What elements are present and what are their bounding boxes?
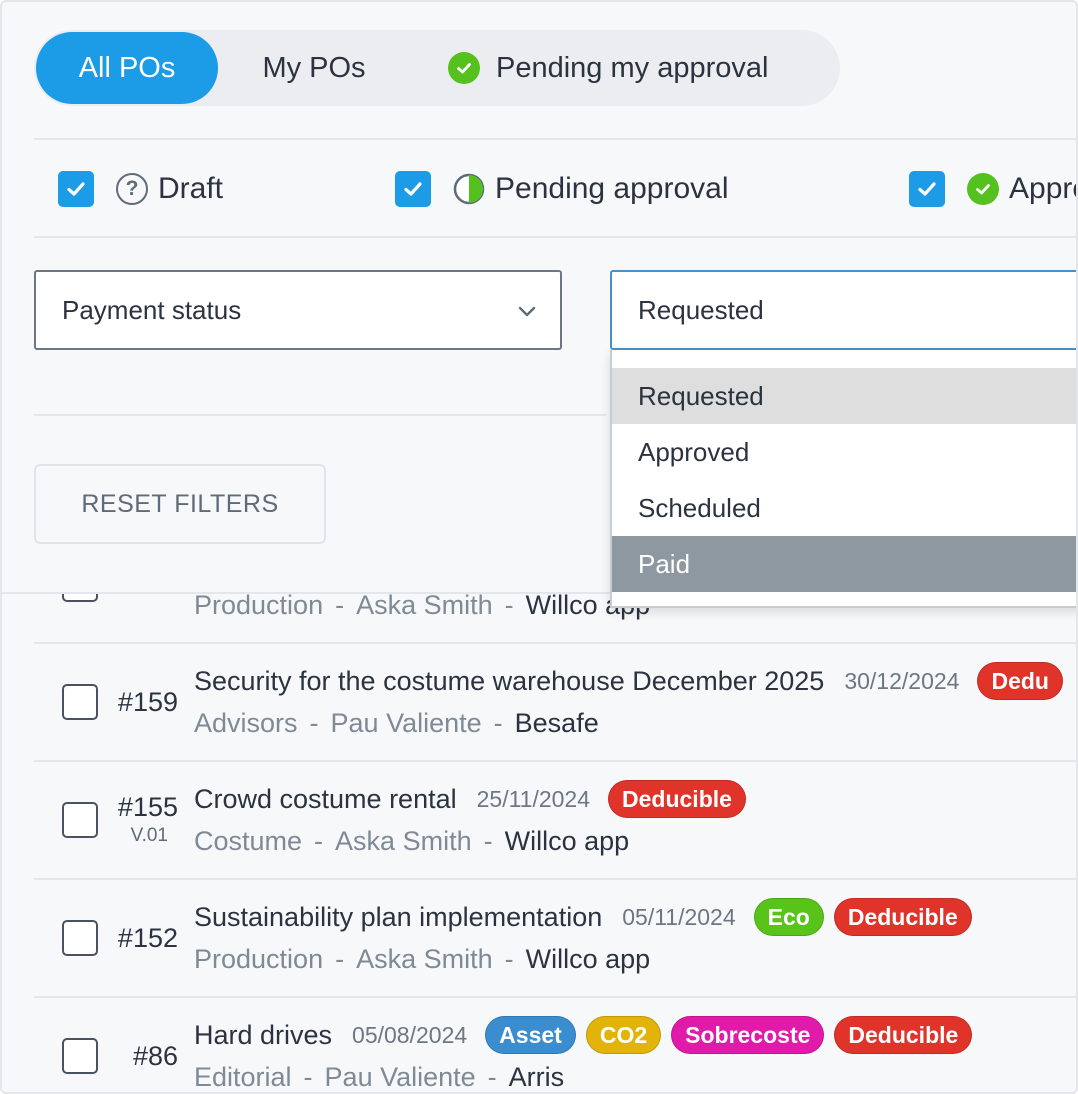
tag-sobrecoste: Sobrecoste bbox=[671, 1016, 825, 1054]
table-row[interactable]: #155 V.01 Crowd costume rental 25/11/202… bbox=[34, 762, 1076, 880]
separator: - bbox=[504, 590, 514, 620]
tab-all-pos[interactable]: All POs bbox=[36, 32, 218, 104]
table-row[interactable]: #159 Security for the costume warehouse … bbox=[34, 644, 1076, 762]
po-department: Costume bbox=[194, 826, 303, 856]
checkbox-checked[interactable] bbox=[58, 171, 94, 207]
po-user: Aska Smith bbox=[356, 944, 493, 974]
payment-status-label: Payment status bbox=[62, 294, 242, 325]
po-vendor: Besafe bbox=[514, 708, 599, 738]
separator: - bbox=[483, 826, 493, 856]
po-number: #155 bbox=[117, 792, 178, 822]
separator: - bbox=[309, 708, 319, 738]
separator: - bbox=[493, 708, 503, 738]
po-user: Pau Valiente bbox=[330, 708, 482, 738]
check-circle-icon bbox=[448, 52, 480, 84]
separator: - bbox=[303, 1062, 313, 1092]
filter-panel-overlap bbox=[2, 562, 610, 592]
po-version: V.01 bbox=[130, 825, 168, 846]
po-user: Aska Smith bbox=[335, 826, 472, 856]
tag-eco: Eco bbox=[753, 898, 824, 936]
dropdown-option-paid[interactable]: Paid bbox=[612, 536, 1076, 592]
po-number: #86 bbox=[132, 1041, 178, 1071]
separator: - bbox=[314, 826, 324, 856]
po-title-line: Security for the costume warehouse Decem… bbox=[194, 662, 1063, 700]
po-date: 30/12/2024 bbox=[844, 667, 960, 694]
po-scope-tabs: All POs My POs Pending my approval bbox=[34, 30, 840, 106]
payment-value-select[interactable]: Requested bbox=[610, 270, 1076, 350]
tab-pending-my-approval[interactable]: Pending my approval bbox=[410, 32, 768, 104]
po-department: Production bbox=[194, 590, 324, 620]
question-circle-icon: ? bbox=[116, 173, 148, 205]
po-vendor: Willco app bbox=[504, 826, 630, 856]
po-user: Pau Valiente bbox=[324, 1062, 476, 1092]
tab-pending-label: Pending my approval bbox=[496, 51, 769, 84]
checkbox-checked[interactable] bbox=[395, 171, 431, 207]
po-vendor: Willco app bbox=[525, 944, 651, 974]
payment-value-label: Requested bbox=[638, 294, 764, 325]
po-meta: Advisors - Pau Valiente - Besafe bbox=[194, 708, 599, 739]
checkbox-checked[interactable] bbox=[909, 171, 945, 207]
po-list-window: All POs My POs Pending my approval ? Dra… bbox=[0, 0, 1078, 1094]
status-filter-approved[interactable]: Appro bbox=[909, 164, 1076, 214]
separator: - bbox=[335, 590, 345, 620]
payment-status-select[interactable]: Payment status bbox=[34, 270, 562, 350]
po-list: #160 Production - Aska Smith - Willco ap… bbox=[2, 562, 1076, 1092]
table-row[interactable]: #86 Hard drives 05/08/2024 Asset CO2 Sob… bbox=[34, 998, 1076, 1092]
check-circle-icon bbox=[967, 173, 999, 205]
status-label: Appro bbox=[1009, 172, 1076, 205]
row-checkbox[interactable] bbox=[62, 920, 98, 956]
dropdown-option-approved[interactable]: Approved bbox=[612, 424, 1076, 480]
po-title-line: Sustainability plan implementation 05/11… bbox=[194, 898, 972, 936]
po-title[interactable]: Crowd costume rental bbox=[194, 784, 457, 815]
tag-co2: CO2 bbox=[585, 1016, 662, 1054]
po-date: 05/08/2024 bbox=[352, 1021, 468, 1048]
chevron-down-icon bbox=[518, 306, 536, 317]
po-meta: Costume - Aska Smith - Willco app bbox=[194, 826, 629, 857]
payment-status-dropdown: Requested Approved Scheduled Paid bbox=[610, 350, 1076, 608]
separator: - bbox=[504, 944, 514, 974]
po-title-line: Crowd costume rental 25/11/2024 Deducibl… bbox=[194, 780, 746, 818]
po-department: Editorial bbox=[194, 1062, 292, 1092]
separator: - bbox=[487, 1062, 497, 1092]
tag-deducible: Deducible bbox=[608, 780, 746, 818]
po-number: #152 bbox=[117, 923, 178, 953]
dropdown-option-requested[interactable]: Requested bbox=[612, 368, 1076, 424]
tag-deducible: Deducible bbox=[834, 1016, 973, 1054]
filter-panel-edge bbox=[2, 592, 610, 594]
half-circle-icon bbox=[453, 173, 485, 205]
po-title-line: Hard drives 05/08/2024 Asset CO2 Sobreco… bbox=[194, 1016, 973, 1054]
po-meta: Production - Aska Smith - Willco app bbox=[194, 944, 650, 975]
separator: - bbox=[335, 944, 345, 974]
status-label: Draft bbox=[158, 172, 224, 205]
divider bbox=[34, 236, 1076, 238]
status-filter-pending-approval[interactable]: Pending approval bbox=[395, 164, 729, 214]
tab-my-pos[interactable]: My POs bbox=[218, 32, 410, 104]
po-title[interactable]: Security for the costume warehouse Decem… bbox=[194, 666, 824, 697]
po-department: Production bbox=[194, 944, 324, 974]
po-meta: Editorial - Pau Valiente - Arris bbox=[194, 1062, 565, 1092]
dropdown-option-scheduled[interactable]: Scheduled bbox=[612, 480, 1076, 536]
divider bbox=[34, 138, 1076, 140]
po-date: 25/11/2024 bbox=[476, 785, 591, 812]
po-vendor: Arris bbox=[508, 1062, 565, 1092]
status-label: Pending approval bbox=[495, 172, 729, 205]
row-checkbox[interactable] bbox=[62, 684, 98, 720]
po-number: #159 bbox=[117, 687, 178, 717]
row-checkbox[interactable] bbox=[62, 802, 98, 838]
reset-filters-button[interactable]: RESET FILTERS bbox=[34, 464, 326, 544]
po-user: Aska Smith bbox=[356, 590, 493, 620]
tag-deducible: Dedu bbox=[977, 662, 1063, 700]
divider bbox=[34, 414, 606, 416]
po-title[interactable]: Sustainability plan implementation bbox=[194, 902, 602, 933]
status-filters: ? Draft Pending approval Appro bbox=[2, 164, 1076, 214]
row-checkbox[interactable] bbox=[62, 1038, 98, 1074]
po-department: Advisors bbox=[194, 708, 298, 738]
po-meta: Production - Aska Smith - Willco app bbox=[194, 590, 650, 621]
table-row[interactable]: #152 Sustainability plan implementation … bbox=[34, 880, 1076, 998]
tag-asset: Asset bbox=[485, 1016, 576, 1054]
po-title[interactable]: Hard drives bbox=[194, 1020, 332, 1051]
tag-deducible: Deducible bbox=[833, 898, 972, 936]
po-date: 05/11/2024 bbox=[622, 903, 736, 930]
status-filter-draft[interactable]: ? Draft bbox=[58, 164, 223, 214]
